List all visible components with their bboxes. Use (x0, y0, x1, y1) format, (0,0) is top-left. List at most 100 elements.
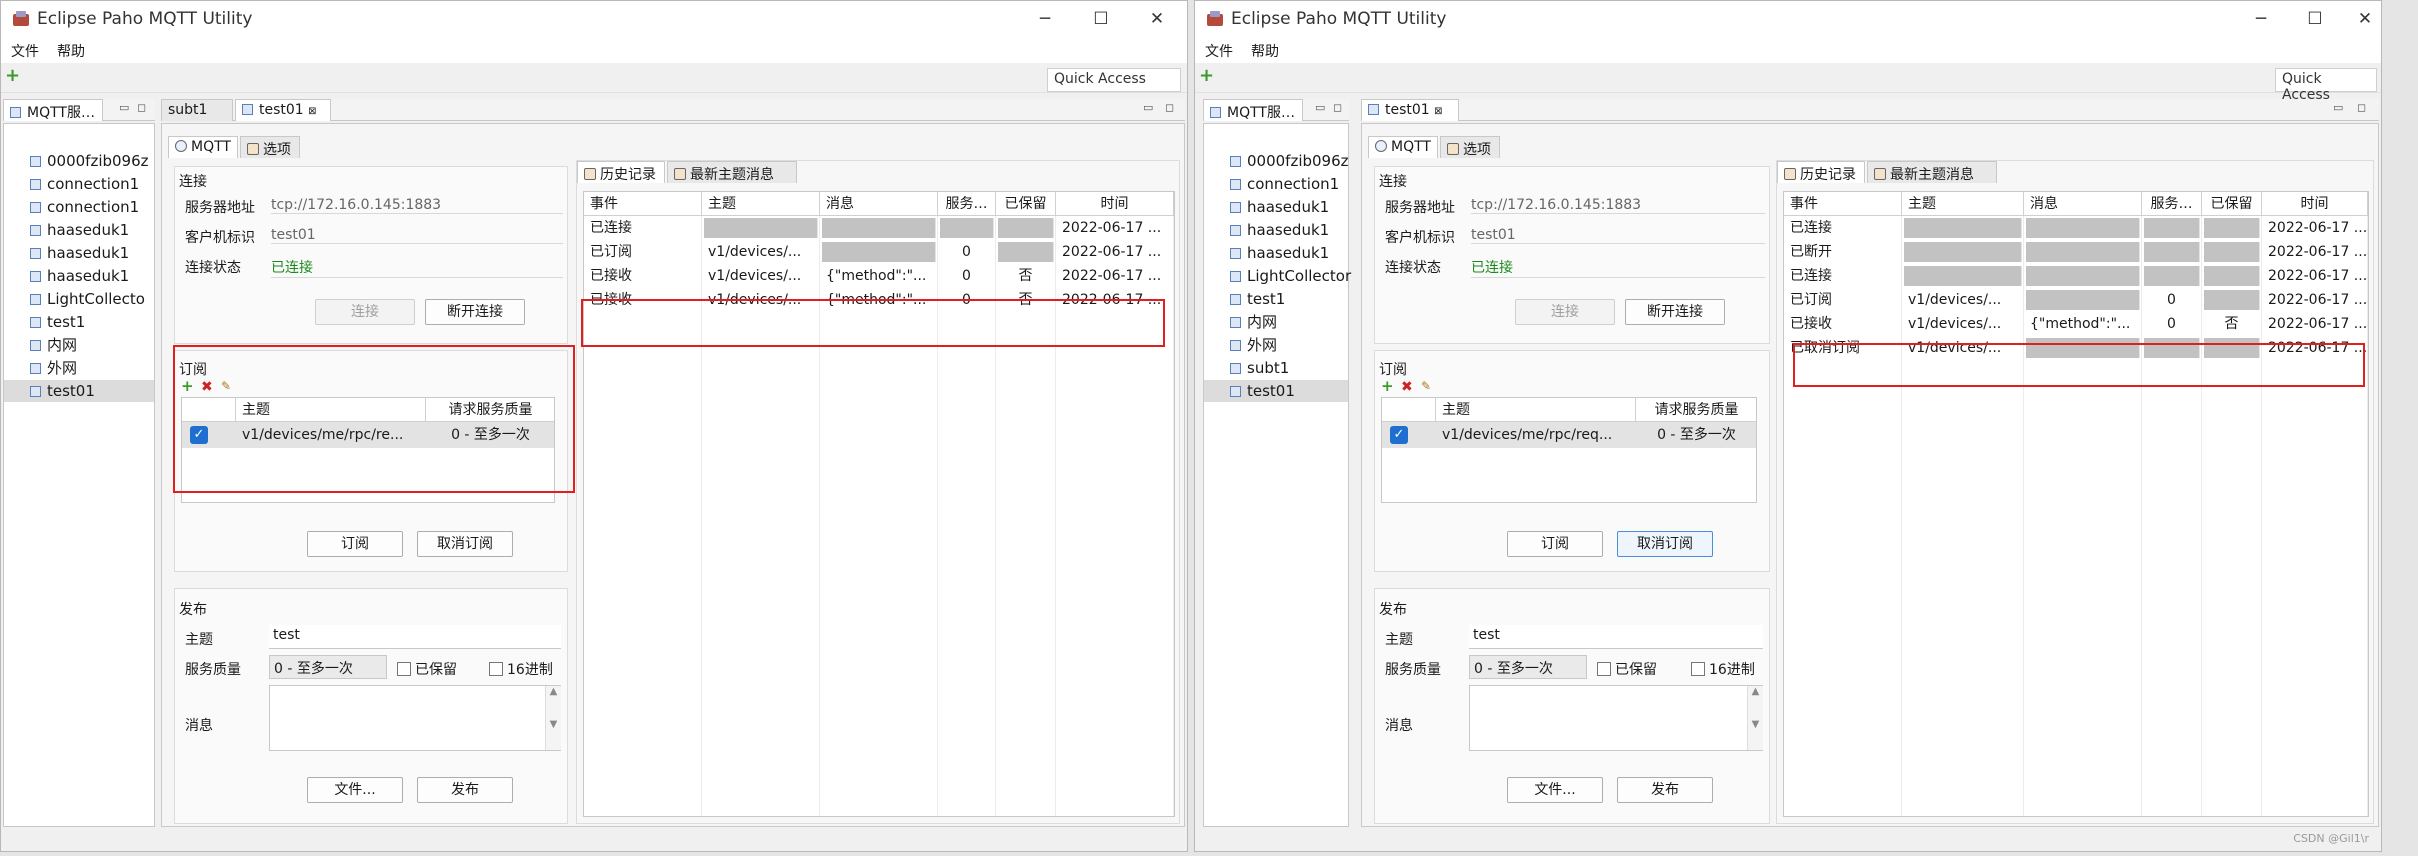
tree-item[interactable]: test1 (4, 311, 154, 333)
tree-item[interactable]: LightCollector (1204, 265, 1351, 287)
tab-options[interactable]: 选项 (240, 136, 300, 158)
tree-item[interactable]: haaseduk1 (4, 242, 154, 264)
subscription-checkbox[interactable]: ✓ (1390, 426, 1408, 444)
publish-qos-select[interactable]: 0 - 至多一次 (1469, 655, 1587, 679)
hex-checkbox[interactable]: 16进制 (489, 659, 553, 679)
remove-subscription-icon[interactable]: ✖ (1401, 379, 1413, 395)
tab-mqtt[interactable]: MQTT (168, 136, 238, 158)
server-address-field[interactable]: tcp://172.16.0.145:1883 (271, 197, 563, 214)
history-row[interactable]: 已接收 v1/devices/... {"method":"... 0 否 2022-06… (1784, 312, 2368, 336)
add-connection-icon[interactable]: + (1199, 65, 1214, 86)
tree-item[interactable]: connection1 (4, 173, 154, 195)
close-icon[interactable]: ✕ (1143, 6, 1171, 32)
edit-subscription-icon[interactable]: ✎ (1421, 379, 1431, 393)
tab-test01[interactable]: test01 ⊠ (1361, 99, 1459, 121)
publish-topic-input[interactable]: test (269, 625, 561, 649)
close-tab-icon[interactable]: ⊠ (1434, 106, 1442, 117)
maximize-editor-icon[interactable]: ◻ (1165, 101, 1174, 114)
disconnect-button[interactable]: 断开连接 (425, 299, 525, 325)
maximize-icon[interactable]: ☐ (1087, 6, 1115, 32)
tree-item[interactable]: test01 (4, 380, 154, 402)
subscribe-button[interactable]: 订阅 (1507, 531, 1603, 557)
tree-item[interactable]: haaseduk1 (4, 219, 154, 241)
maximize-view-icon[interactable]: ◻ (137, 101, 146, 114)
history-row[interactable]: 已接收 v1/devices/... {"method":"... 0 否 2022-06… (584, 264, 1174, 288)
message-textarea[interactable] (269, 685, 561, 751)
tree-item[interactable]: 外网 (4, 357, 154, 379)
client-id-field[interactable]: test01 (1471, 227, 1765, 244)
file-button[interactable]: 文件... (1507, 777, 1603, 803)
menu-help[interactable]: 帮助 (1251, 41, 1279, 61)
tree-item[interactable]: 内网 (1204, 311, 1348, 333)
message-textarea[interactable] (1469, 685, 1763, 751)
tab-options[interactable]: 选项 (1440, 136, 1500, 158)
retain-checkbox[interactable]: 已保留 (1597, 659, 1657, 679)
tree-item[interactable]: haaseduk1 (1204, 242, 1348, 264)
tab-latest-messages[interactable]: 最新主题消息 (667, 161, 797, 183)
add-connection-icon[interactable]: + (5, 65, 20, 86)
quick-access-input[interactable]: Quick Access (2275, 68, 2377, 103)
subscription-qos[interactable]: 0 - 至多一次 (1636, 423, 1756, 447)
maximize-editor-icon[interactable]: ◻ (2357, 101, 2366, 114)
publish-qos-select[interactable]: 0 - 至多一次 (269, 655, 387, 679)
maximize-icon[interactable]: ☐ (2301, 6, 2329, 32)
subscription-row[interactable]: ✓ v1/devices/me/rpc/req... 0 - 至多一次 (1382, 422, 1756, 448)
history-row[interactable]: 已订阅 v1/devices/... 0 2022-06-17 ... (584, 240, 1174, 264)
message-scrollbar[interactable]: ▲ ▼ (545, 686, 561, 750)
menu-help[interactable]: 帮助 (57, 41, 85, 61)
tree-item[interactable]: connection1 (1204, 173, 1348, 195)
tree-item[interactable]: haaseduk1 (1204, 196, 1348, 218)
maximize-view-icon[interactable]: ◻ (1333, 101, 1342, 114)
tab-mqtt-servers[interactable]: MQTT服… (3, 99, 103, 121)
server-address-field[interactable]: tcp://172.16.0.145:1883 (1471, 197, 1765, 214)
publish-topic-input[interactable]: test (1469, 625, 1763, 649)
quick-access-input[interactable]: Quick Access (1047, 68, 1181, 92)
message-scrollbar[interactable]: ▲ ▼ (1747, 686, 1763, 750)
hex-checkbox[interactable]: 16进制 (1691, 659, 1755, 679)
tab-subt1[interactable]: subt1 (161, 99, 233, 121)
tab-mqtt[interactable]: MQTT (1368, 136, 1438, 158)
tree-item[interactable]: 外网 (1204, 334, 1348, 356)
tree-item[interactable]: test01 (1204, 380, 1348, 402)
tab-history[interactable]: 历史记录 (1777, 161, 1865, 183)
tree-item[interactable]: 0000fzib096z (1204, 150, 1349, 172)
close-icon[interactable]: ✕ (2351, 6, 2379, 32)
publish-button[interactable]: 发布 (1617, 777, 1713, 803)
tab-mqtt-servers[interactable]: MQTT服… (1203, 99, 1303, 121)
file-button[interactable]: 文件... (307, 777, 403, 803)
minimize-icon[interactable]: ─ (1031, 6, 1059, 32)
tab-latest-messages[interactable]: 最新主题消息 (1867, 161, 1997, 183)
history-row[interactable]: 已订阅 v1/devices/... 0 2022-06-17 ... (1784, 288, 2368, 312)
client-id-field[interactable]: test01 (271, 227, 563, 244)
subscribe-button[interactable]: 订阅 (307, 531, 403, 557)
menu-file[interactable]: 文件 (11, 41, 39, 61)
tree-item[interactable]: subt1 (1204, 357, 1348, 379)
minimize-view-icon[interactable]: ▭ (119, 101, 129, 114)
unsubscribe-button[interactable]: 取消订阅 (417, 531, 513, 557)
tab-test01[interactable]: test01 ⊠ (235, 99, 331, 121)
tree-item[interactable]: connection1 (4, 196, 154, 218)
minimize-icon[interactable]: ─ (2247, 6, 2275, 32)
add-subscription-icon[interactable]: + (1381, 377, 1394, 395)
connect-button[interactable]: 连接 (1515, 299, 1615, 325)
menu-file[interactable]: 文件 (1205, 41, 1233, 61)
history-row[interactable]: 已连接 2022-06-17 ... (1784, 264, 2368, 288)
minimize-editor-icon[interactable]: ▭ (1143, 101, 1153, 114)
tree-item[interactable]: 内网 (4, 334, 154, 356)
unsubscribe-button[interactable]: 取消订阅 (1617, 531, 1713, 557)
minimize-editor-icon[interactable]: ▭ (2333, 101, 2343, 114)
tree-item[interactable]: LightCollecto (4, 288, 154, 310)
publish-button[interactable]: 发布 (417, 777, 513, 803)
tree-item[interactable]: haaseduk1 (1204, 219, 1348, 241)
retain-checkbox[interactable]: 已保留 (397, 659, 457, 679)
history-row[interactable]: 已连接 2022-06-17 ... (584, 216, 1174, 240)
tree-item[interactable]: haaseduk1 (4, 265, 154, 287)
history-row[interactable]: 已连接 2022-06-17 ... (1784, 216, 2368, 240)
close-tab-icon[interactable]: ⊠ (308, 106, 316, 117)
minimize-view-icon[interactable]: ▭ (1315, 101, 1325, 114)
tree-item[interactable]: 0000fzib096z (4, 150, 154, 172)
history-row[interactable]: 已断开 2022-06-17 ... (1784, 240, 2368, 264)
tree-item[interactable]: test1 (1204, 288, 1348, 310)
connect-button[interactable]: 连接 (315, 299, 415, 325)
disconnect-button[interactable]: 断开连接 (1625, 299, 1725, 325)
